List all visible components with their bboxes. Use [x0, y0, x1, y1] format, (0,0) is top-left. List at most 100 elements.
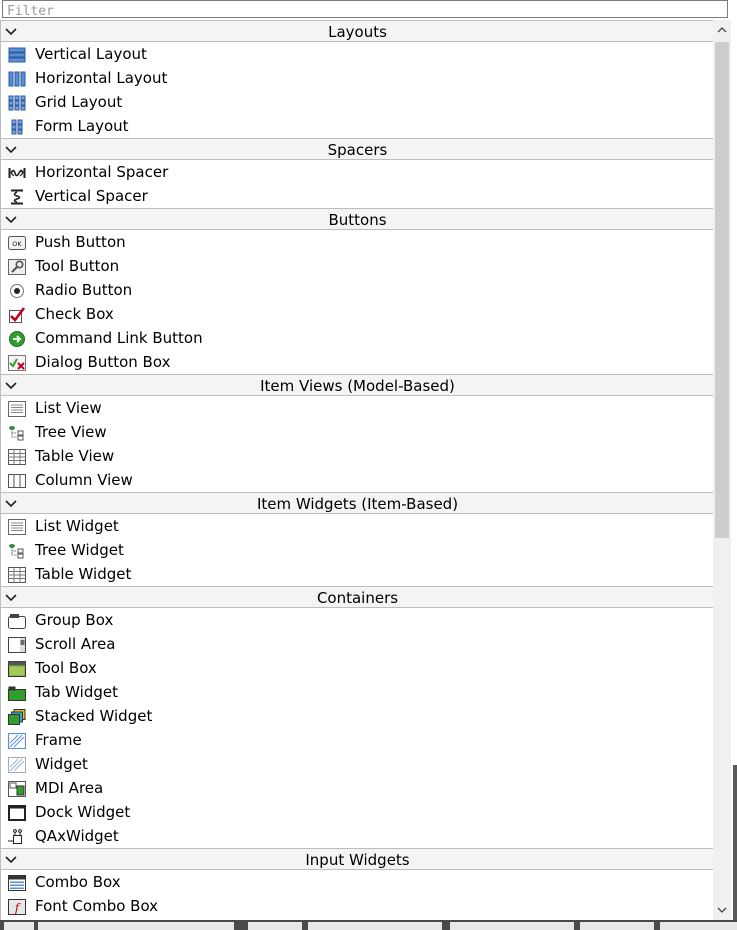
- widget-item[interactable]: Horizontal Layout: [1, 66, 714, 90]
- grid-layout-icon: [8, 94, 26, 111]
- chevron-down-icon[interactable]: [5, 587, 19, 609]
- widget-item[interactable]: Group Box: [1, 608, 714, 632]
- widget-item[interactable]: Check Box: [1, 302, 714, 326]
- scrollbar-thumb[interactable]: [715, 42, 729, 538]
- vertical-scrollbar[interactable]: [713, 20, 731, 920]
- widget-item-label: Dock Widget: [35, 803, 131, 821]
- vertical-layout-icon: [8, 46, 26, 63]
- widget-item[interactable]: List View: [1, 396, 714, 420]
- vertical-spacer-icon: [8, 188, 26, 205]
- widget-item-label: Tool Box: [35, 659, 97, 677]
- taskbar-strip: [0, 920, 737, 930]
- column-view-icon: [8, 472, 26, 488]
- widget-item-label: Frame: [35, 731, 82, 749]
- category-header[interactable]: Buttons: [1, 208, 714, 230]
- widget-item[interactable]: Grid Layout: [1, 90, 714, 114]
- widget-item[interactable]: f Font Combo Box: [1, 894, 714, 918]
- widget-item[interactable]: Stacked Widget: [1, 704, 714, 728]
- radio-button-icon: [8, 282, 26, 298]
- chevron-down-icon[interactable]: [5, 375, 19, 397]
- category-title: Input Widgets: [305, 851, 410, 869]
- widget-item-label: Table View: [35, 447, 115, 465]
- widget-item-label: Tree View: [35, 423, 107, 441]
- horizontal-spacer-icon: [8, 164, 26, 180]
- widget-item-label: QAxWidget: [35, 827, 119, 845]
- widget-item[interactable]: Command Link Button: [1, 326, 714, 350]
- dock-widget-icon: [8, 804, 26, 821]
- category-title: Containers: [316, 589, 399, 607]
- tree-icon: [8, 542, 26, 559]
- chevron-down-icon[interactable]: [5, 21, 19, 43]
- stacked-widget-icon: [8, 708, 26, 725]
- widget-item[interactable]: Tab Widget: [1, 680, 714, 704]
- scroll-down-arrow-icon[interactable]: [713, 900, 731, 920]
- widget-item-label: Tool Button: [35, 257, 120, 275]
- category-header[interactable]: Item Views (Model-Based): [1, 374, 714, 396]
- category-title: Layouts: [328, 23, 387, 41]
- widget-item-label: Grid Layout: [35, 93, 123, 111]
- widget-item-label: Group Box: [35, 611, 114, 629]
- widget-item-label: Stacked Widget: [35, 707, 153, 725]
- widget-item[interactable]: List Widget: [1, 514, 714, 538]
- dialog-button-box-icon: [8, 354, 26, 371]
- widget-item[interactable]: Dialog Button Box: [1, 350, 714, 374]
- widget-item-label: Check Box: [35, 305, 114, 323]
- widget-item[interactable]: OK Push Button: [1, 230, 714, 254]
- chevron-down-icon[interactable]: [5, 209, 19, 231]
- widget-item[interactable]: Vertical Spacer: [1, 184, 714, 208]
- widget-item[interactable]: QAxWidget: [1, 824, 714, 848]
- chevron-down-icon[interactable]: [5, 849, 19, 871]
- widget-item-label: Table Widget: [35, 565, 132, 583]
- check-box-icon: [8, 306, 26, 323]
- tree-icon: [8, 424, 26, 441]
- category-title: Item Views (Model-Based): [260, 377, 455, 395]
- widget-item-label: Tree Widget: [35, 541, 124, 559]
- push-button-icon: OK: [8, 234, 26, 250]
- widget-item[interactable]: Widget: [1, 752, 714, 776]
- chevron-down-icon[interactable]: [5, 139, 19, 161]
- widget-item-label: List View: [35, 399, 102, 417]
- tool-box-icon: [8, 660, 26, 677]
- filter-box[interactable]: [2, 0, 728, 20]
- combo-box-icon: [8, 874, 26, 891]
- widget-box-tree: Layouts Vertical Layout Horizontal Layout G…: [0, 20, 714, 920]
- widget-item[interactable]: Tree Widget: [1, 538, 714, 562]
- list-icon: [8, 518, 26, 535]
- widget-item-label: Widget: [35, 755, 88, 773]
- widget-item-label: Push Button: [35, 233, 126, 251]
- widget-item[interactable]: Frame: [1, 728, 714, 752]
- tool-button-icon: [8, 258, 26, 275]
- category-header[interactable]: Spacers: [1, 138, 714, 160]
- group-box-icon: [8, 612, 26, 629]
- widget-item-label: Scroll Area: [35, 635, 116, 653]
- widget-item-label: Font Combo Box: [35, 897, 159, 915]
- tab-widget-icon: [8, 684, 26, 701]
- category-title: Item Widgets (Item-Based): [256, 495, 459, 513]
- widget-item[interactable]: Tool Box: [1, 656, 714, 680]
- widget-item[interactable]: Dock Widget: [1, 800, 714, 824]
- scroll-up-arrow-icon[interactable]: [713, 20, 731, 40]
- widget-item[interactable]: Scroll Area: [1, 632, 714, 656]
- widget-item[interactable]: Table Widget: [1, 562, 714, 586]
- category-header[interactable]: Containers: [1, 586, 714, 608]
- widget-item[interactable]: Column View: [1, 468, 714, 492]
- widget-item-label: Vertical Layout: [35, 45, 147, 63]
- form-layout-icon: [8, 118, 26, 135]
- widget-item[interactable]: Vertical Layout: [1, 42, 714, 66]
- horizontal-layout-icon: [8, 70, 26, 87]
- category-header[interactable]: Layouts: [1, 20, 714, 42]
- mdi-area-icon: [8, 780, 26, 797]
- category-header[interactable]: Item Widgets (Item-Based): [1, 492, 714, 514]
- widget-item[interactable]: Combo Box: [1, 870, 714, 894]
- widget-item[interactable]: Tree View: [1, 420, 714, 444]
- widget-item[interactable]: Table View: [1, 444, 714, 468]
- widget-item[interactable]: Form Layout: [1, 114, 714, 138]
- chevron-down-icon[interactable]: [5, 493, 19, 515]
- category-header[interactable]: Input Widgets: [1, 848, 714, 870]
- widget-item[interactable]: Horizontal Spacer: [1, 160, 714, 184]
- filter-input[interactable]: [3, 3, 727, 20]
- widget-item[interactable]: MDI Area: [1, 776, 714, 800]
- widget-item-label: Column View: [35, 471, 133, 489]
- widget-item[interactable]: Radio Button: [1, 278, 714, 302]
- widget-item[interactable]: Tool Button: [1, 254, 714, 278]
